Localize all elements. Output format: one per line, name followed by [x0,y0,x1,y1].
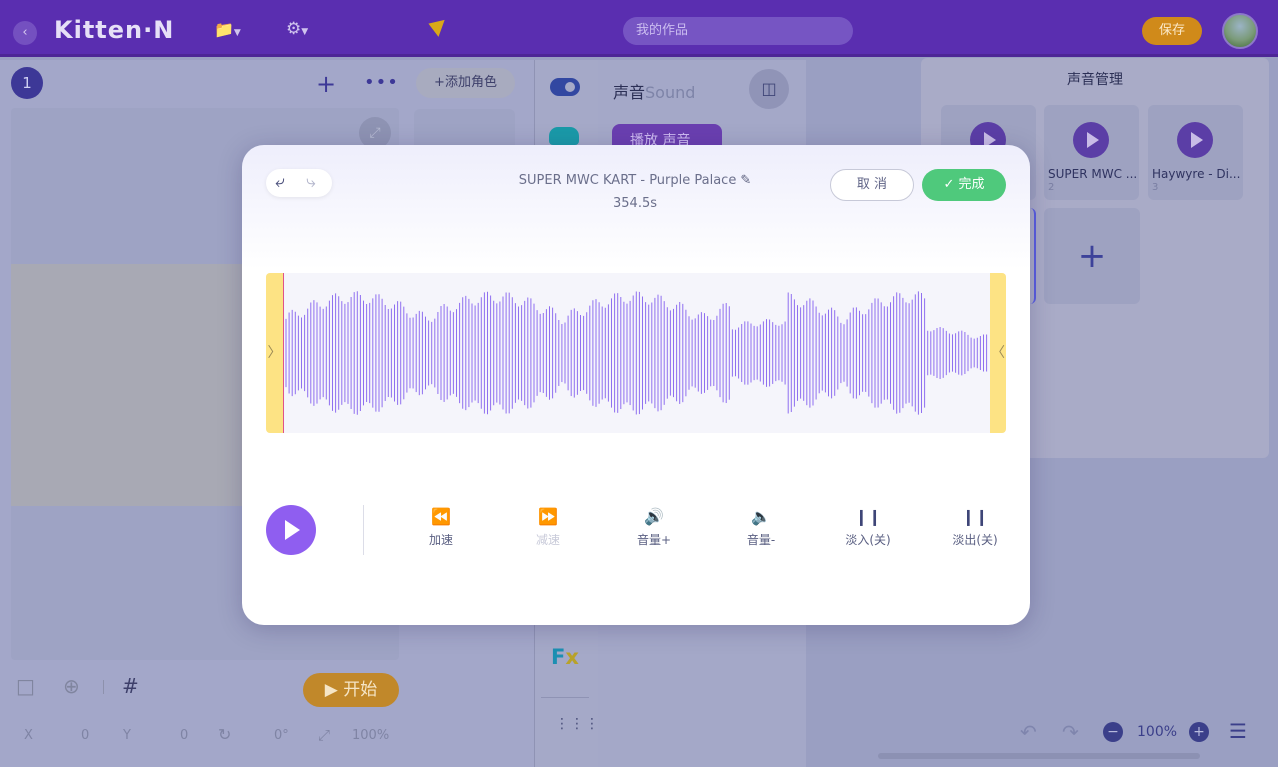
lock-icon[interactable]: □ [16,674,35,698]
pointer-icon [425,15,445,37]
speed-up-button[interactable]: ⏪ 加速 [406,507,476,548]
back-button[interactable]: ‹ [13,21,37,45]
x-value[interactable]: 0 [81,728,89,743]
sound-category-title: 声音Sound [613,79,695,103]
sound-title-en: Sound [645,83,696,102]
add-sound-button[interactable]: + [1044,208,1140,304]
fade-in-icon: ❙❙ [854,507,882,526]
sound-title-cn: 声音 [613,83,646,102]
sound-item-name: SUPER MWC ... [1048,167,1136,181]
track-title-text: SUPER MWC KART - Purple Palace [518,173,737,188]
zoom-out-icon[interactable]: − [1103,722,1123,742]
scene-number-badge[interactable]: 1 [11,67,43,99]
volume-up-icon: 🔊 [644,507,664,526]
align-icon[interactable]: ☰ [1229,719,1247,743]
folder-menu-button[interactable]: 📁▼ [214,20,241,39]
volume-down-icon: 🔈 [751,507,771,526]
zoom-in-icon[interactable]: + [1189,722,1209,742]
project-search-input[interactable]: 我的作品 [623,17,853,45]
scale-icon: ⤢ [318,726,331,744]
chevron-right-icon: 〉 [267,345,282,361]
sound-item-number: 3 [1152,182,1159,193]
play-button[interactable] [266,505,316,555]
target-icon[interactable]: ⊕ [63,674,80,698]
y-value[interactable]: 0 [180,728,188,743]
done-button[interactable]: ✓ 完成 [922,169,1006,201]
slow-down-icon: ⏩ [538,507,558,526]
trim-start-handle[interactable]: 〉 [266,273,283,433]
fade-out-button[interactable]: ❙❙ 淡出(关) [940,507,1010,548]
x-label: X [24,728,33,743]
zoom-level: 100% [1137,724,1178,740]
more-options-icon[interactable]: ••• [364,72,399,93]
play-icon: ▶ [324,680,338,700]
cancel-button[interactable]: 取 消 [830,169,914,201]
start-label: 开始 [343,680,378,700]
avatar[interactable] [1222,13,1258,49]
trim-end-handle[interactable]: 〈 [990,273,1006,433]
sound-item-name: Haywyre - Di... [1152,167,1240,181]
control-category-icon[interactable] [550,78,580,96]
chevron-down-icon: ▼ [301,27,309,37]
scale-value[interactable]: 100% [352,728,389,743]
undo-icon[interactable]: ↶ [1020,720,1037,744]
fx-category-icon[interactable]: Fx [551,645,579,669]
redo-icon[interactable]: ↷ [1062,720,1079,744]
settings-menu-button[interactable]: ⚙▼ [286,19,308,39]
fade-out-label: 淡出(关) [952,533,998,547]
sound-item[interactable]: Haywyre - Di... 3 [1148,105,1243,200]
add-scene-icon[interactable]: + [316,70,336,98]
save-button[interactable]: 保存 [1142,17,1202,45]
playhead[interactable] [283,273,284,433]
play-icon[interactable] [1073,122,1109,158]
slow-down-label: 减速 [535,533,560,547]
fade-in-label: 淡入(关) [845,533,891,547]
sound-library-icon[interactable]: ◫ [749,69,789,109]
chevron-down-icon: ▼ [233,28,241,38]
slow-down-button[interactable]: ⏩ 减速 [513,507,583,548]
workspace-scrollbar[interactable] [878,753,1200,759]
sound-manager-title: 声音管理 [1067,72,1123,88]
edit-pencil-icon[interactable]: ✎ [740,173,751,188]
add-role-button[interactable]: +添加角色 [416,68,515,98]
waveform-svg [285,291,988,415]
redo-icon[interactable]: ⤷ [306,172,316,192]
sound-item-number: 2 [1048,182,1055,193]
done-label: 完成 [958,177,985,192]
gear-icon: ⚙ [286,19,302,39]
fade-out-icon: ❙❙ [961,507,989,526]
rotation-value[interactable]: 0° [274,728,289,743]
start-button[interactable]: ▶ 开始 [303,673,399,707]
chevron-left-icon: 〈 [991,345,1005,361]
rotate-icon: ↻ [218,725,232,744]
chevron-left-icon: ‹ [22,25,28,40]
waveform[interactable] [266,273,1006,433]
y-label: Y [123,728,131,743]
volume-up-button[interactable]: 🔊 音量+ [619,507,689,548]
grid-icon[interactable]: # [122,674,139,698]
category-divider [541,697,589,698]
volume-up-label: 音量+ [636,533,672,547]
volume-down-label: 音量- [746,533,776,547]
speed-up-label: 加速 [428,533,453,547]
top-bar: ‹ Kitten·N 📁▼ ⚙▼ 我的作品 保存 [0,0,1278,57]
track-title: SUPER MWC KART - Purple Palace ✎ [470,173,800,188]
sound-item[interactable]: SUPER MWC ... 2 [1044,105,1139,200]
more-categories-icon[interactable]: ⋮⋮⋮ [555,716,600,732]
selected-sound-indicator [1030,208,1036,304]
play-icon[interactable] [1177,122,1213,158]
gamepad-category-icon[interactable] [549,127,579,145]
volume-down-button[interactable]: 🔈 音量- [726,507,796,548]
fast-forward-icon: ⏪ [431,507,451,526]
controls-divider [363,505,364,555]
check-icon: ✓ [943,177,955,192]
app-logo: Kitten·N [54,16,175,44]
track-duration: 354.5s [613,196,657,211]
folder-icon: 📁 [214,20,234,39]
history-controls: ⤶ ⤷ [266,169,332,197]
undo-icon[interactable]: ⤶ [275,172,285,192]
fade-in-button[interactable]: ❙❙ 淡入(关) [833,507,903,548]
plus-icon: + [1077,236,1107,276]
toolbar-divider [103,680,104,694]
